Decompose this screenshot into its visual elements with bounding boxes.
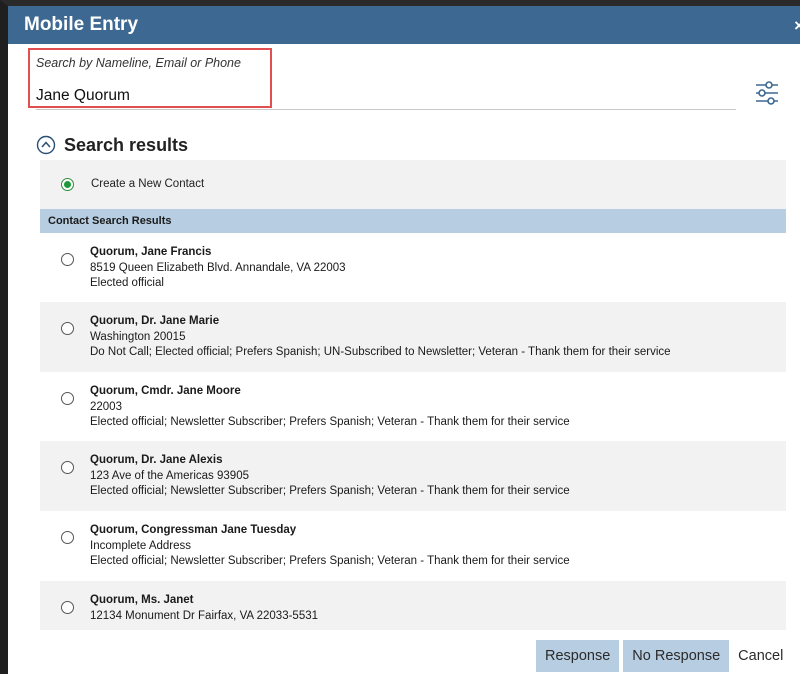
create-new-contact-label: Create a New Contact [91,178,205,190]
contact-address: 12134 Monument Dr Fairfax, VA 22033-5531 [90,609,319,622]
contact-name: Quorum, Cmdr. Jane Moore [90,385,241,397]
sliders-icon[interactable] [754,78,780,108]
contact-address: 123 Ave of the Americas 93905 [90,469,249,482]
contact-name: Quorum, Dr. Jane Alexis [90,454,223,466]
contact-tags: Elected official; Newsletter Subscriber;… [90,485,570,497]
search-input[interactable] [36,82,736,110]
mobile-entry-dialog: Mobile Entry × Search by Nameline, Email… [0,0,800,674]
create-new-contact-option[interactable]: Create a New Contact [40,160,786,208]
contact-radio[interactable] [61,601,74,614]
contact-radio[interactable] [61,531,74,544]
response-button[interactable]: Response [536,640,620,672]
contact-row[interactable]: Quorum, Jane Francis 8519 Queen Elizabet… [40,233,786,302]
contact-row[interactable]: Quorum, Dr. Jane Marie Washington 20015 … [40,302,786,372]
contact-address: 8519 Queen Elizabeth Blvd. Annandale, VA… [90,261,346,274]
title-bar: Mobile Entry × [8,6,800,44]
contact-radio[interactable] [61,322,74,335]
contact-search-results-header: Contact Search Results [40,209,786,233]
contact-name: Quorum, Jane Francis [90,246,212,258]
contact-radio[interactable] [61,392,74,405]
contact-row[interactable]: Quorum, Congressman Jane Tuesday Incompl… [40,511,786,581]
create-new-contact-radio[interactable] [61,178,74,191]
search-label: Search by Nameline, Email or Phone [36,56,241,70]
contact-tags: Do Not Call; Elected official; Prefers S… [90,346,671,358]
results-panel: Create a New Contact Contact Search Resu… [40,160,786,630]
dialog-title: Mobile Entry [24,14,139,35]
contact-row[interactable]: Quorum, Cmdr. Jane Moore 22003 Elected o… [40,372,786,441]
contact-address: Washington 20015 [90,330,186,343]
search-results-header[interactable]: Search results [36,132,188,158]
section-header-label: Contact Search Results [48,215,172,227]
contact-radio[interactable] [61,253,74,266]
contact-radio[interactable] [61,461,74,474]
no-response-button[interactable]: No Response [623,640,730,672]
close-icon[interactable]: × [794,16,800,36]
contact-name: Quorum, Dr. Jane Marie [90,315,220,327]
chevron-up-circle-icon[interactable] [36,135,56,155]
contact-name: Quorum, Congressman Jane Tuesday [90,524,297,536]
dialog-footer: Response No Response Cancel [536,640,792,672]
contact-tags: Elected official; Newsletter Subscriber;… [90,416,570,428]
contact-address: 22003 [90,400,122,413]
contact-tags: Elected official; Newsletter Subscriber;… [90,555,570,567]
contact-address: Incomplete Address [90,539,192,552]
contact-tags: Elected official [90,277,164,289]
contact-row[interactable]: Quorum, Dr. Jane Alexis 123 Ave of the A… [40,441,786,511]
contact-row[interactable]: Quorum, Ms. Janet 12134 Monument Dr Fair… [40,581,786,630]
cancel-button[interactable]: Cancel [729,640,792,672]
search-results-title: Search results [64,134,189,155]
contact-name: Quorum, Ms. Janet [90,594,194,606]
